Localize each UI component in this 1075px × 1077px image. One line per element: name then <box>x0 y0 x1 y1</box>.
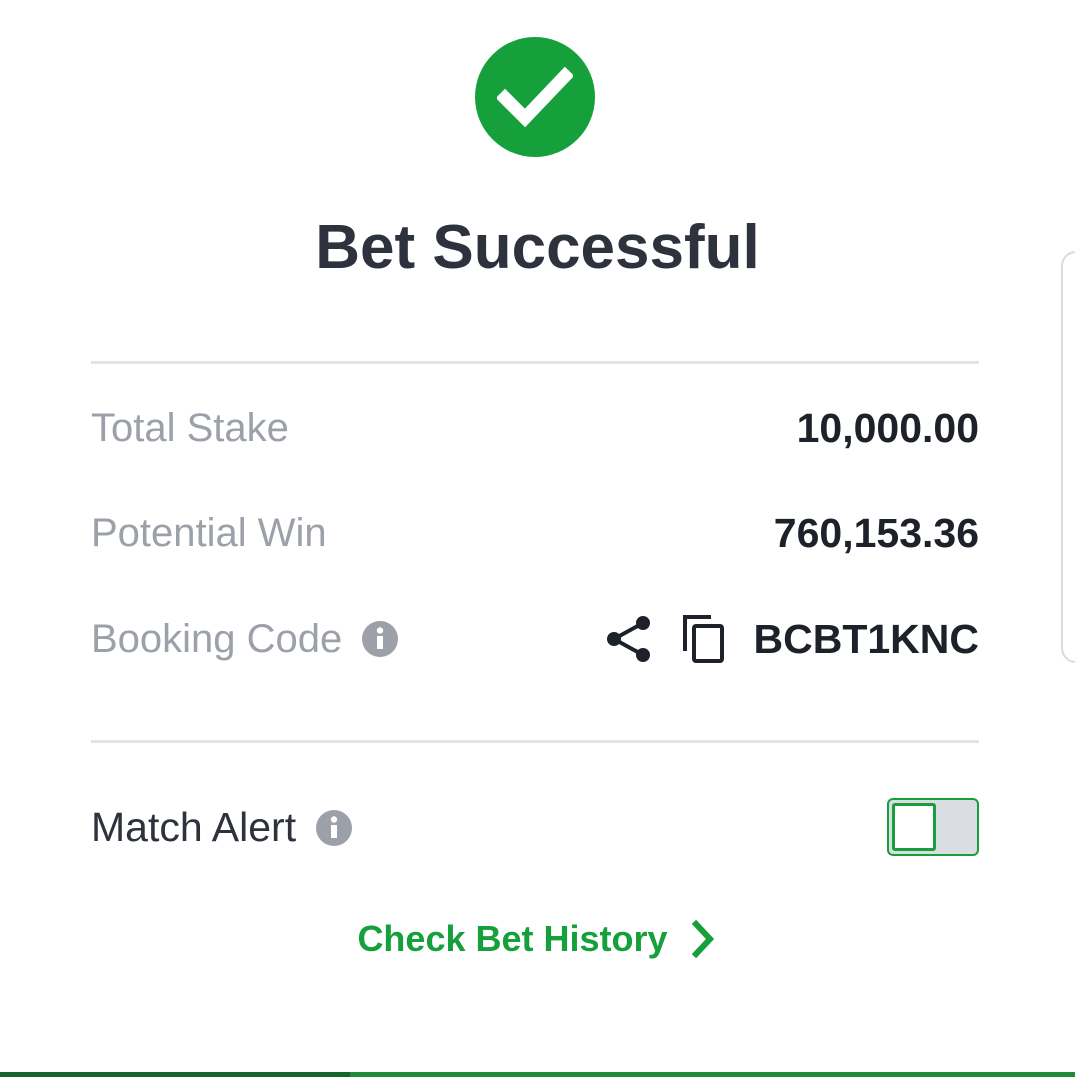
total-stake-value: 10,000.00 <box>796 404 979 451</box>
side-panel-edge <box>1061 251 1075 663</box>
bet-success-dialog: Bet Successful Total Stake 10,000.00 Pot… <box>0 0 1075 1077</box>
total-stake-label: Total Stake <box>91 405 289 450</box>
dialog-title: Bet Successful <box>315 213 760 282</box>
potential-win-label: Potential Win <box>91 510 327 555</box>
total-stake-row: Total Stake 10,000.00 <box>91 398 979 458</box>
check-circle-icon <box>475 37 595 157</box>
toggle-knob <box>892 803 936 851</box>
match-alert-label: Match Alert <box>91 803 297 850</box>
match-alert-row: Match Alert <box>91 797 979 857</box>
match-alert-toggle[interactable] <box>887 798 979 856</box>
booking-code-label-group: Booking Code <box>91 616 399 662</box>
info-icon[interactable] <box>362 621 399 657</box>
potential-win-row: Potential Win 760,153.36 <box>91 503 979 563</box>
chevron-right-icon <box>691 919 714 959</box>
booking-code-value: BCBT1KNC <box>753 615 980 662</box>
booking-code-label: Booking Code <box>91 616 343 661</box>
divider <box>91 361 979 364</box>
booking-code-actions: BCBT1KNC <box>602 613 980 665</box>
copy-icon[interactable] <box>678 613 730 665</box>
check-bet-history-link[interactable]: Check Bet History <box>0 918 1075 960</box>
potential-win-value: 760,153.36 <box>773 509 979 556</box>
bottom-progress-bar <box>0 1072 1075 1077</box>
divider <box>91 740 979 743</box>
bottom-progress-segment <box>0 1072 350 1077</box>
match-alert-label-group: Match Alert <box>91 803 353 851</box>
share-icon[interactable] <box>602 613 654 665</box>
check-bet-history-label: Check Bet History <box>357 918 668 959</box>
booking-code-row: Booking Code BCBT1KNC <box>91 609 979 669</box>
info-icon[interactable] <box>316 809 353 846</box>
